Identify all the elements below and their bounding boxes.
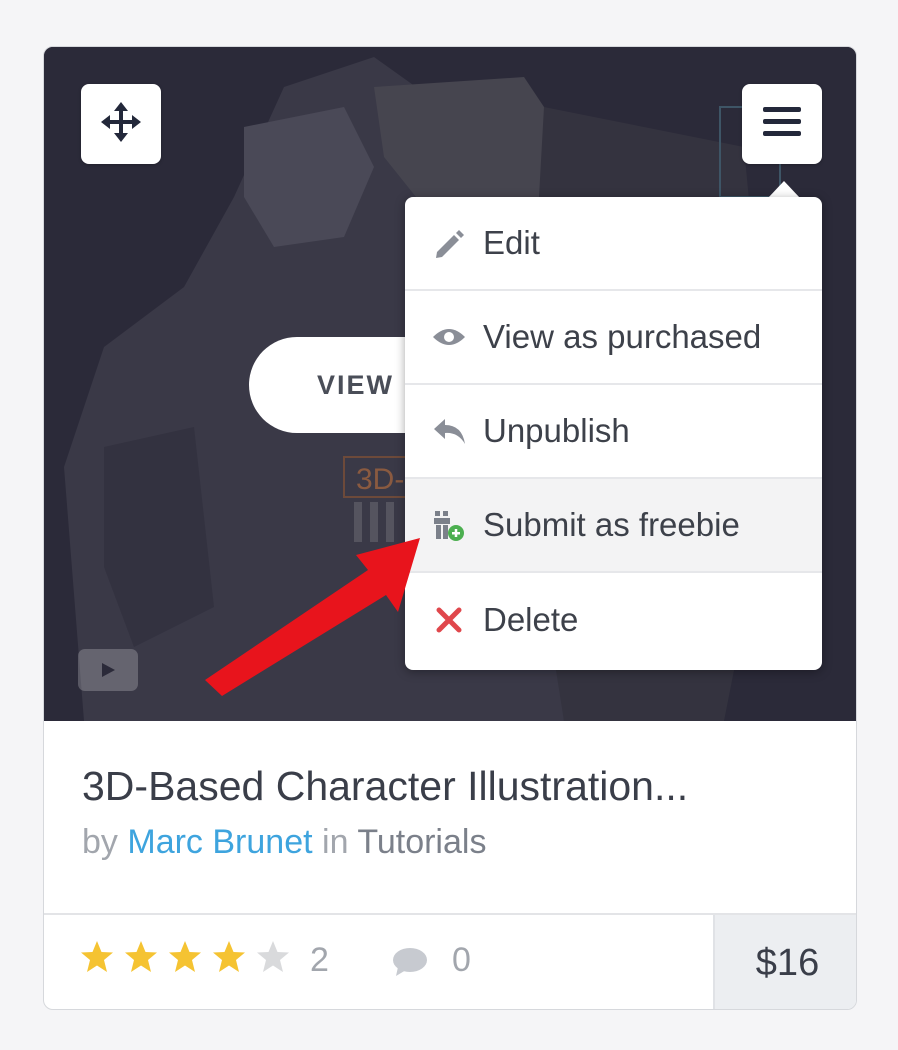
menu-item-label: Submit as freebie [483, 506, 740, 543]
eye-icon [431, 319, 467, 355]
comment-count: 0 [452, 941, 471, 979]
menu-item-label: Unpublish [483, 412, 630, 449]
menu-item-label: View as purchased [483, 318, 762, 355]
in-label: in [322, 823, 349, 861]
star-empty-icon [255, 939, 291, 980]
gift-plus-icon [431, 507, 467, 543]
overlay-text: 3D- [356, 463, 404, 496]
move-button[interactable] [81, 84, 161, 164]
star-filled-icon [211, 939, 247, 980]
video-play-icon [78, 649, 138, 691]
author-link[interactable]: Marc Brunet [127, 823, 312, 861]
move-arrows-icon [97, 98, 145, 151]
product-byline: by Marc Brunet in Tutorials [82, 823, 486, 862]
star-filled-icon [79, 939, 115, 980]
rating-count: 2 [310, 941, 329, 979]
card-footer: 2 0 $16 [44, 913, 856, 1009]
menu-item-edit[interactable]: Edit [405, 197, 822, 291]
menu-item-unpublish[interactable]: Unpublish [405, 385, 822, 479]
menu-item-delete[interactable]: Delete [405, 573, 822, 667]
close-x-icon [431, 602, 467, 638]
menu-item-view-as-purchased[interactable]: View as purchased [405, 291, 822, 385]
reply-arrow-icon [431, 413, 467, 449]
pencil-icon [431, 225, 467, 261]
category-link[interactable]: Tutorials [357, 823, 486, 861]
menu-item-label: Delete [483, 601, 579, 638]
hamburger-icon [762, 105, 802, 144]
menu-button[interactable] [742, 84, 822, 164]
menu-item-submit-as-freebie[interactable]: Submit as freebie [405, 479, 822, 573]
star-rating [79, 939, 291, 980]
star-filled-icon [123, 939, 159, 980]
actions-dropdown: Edit View as purchased Unpublish Submit … [405, 197, 822, 670]
menu-item-label: Edit [483, 224, 540, 261]
star-filled-icon [167, 939, 203, 980]
price-badge: $16 [713, 915, 856, 1009]
comment-icon [392, 947, 428, 982]
dropdown-caret [768, 181, 800, 198]
by-label: by [82, 823, 118, 861]
product-title[interactable]: 3D-Based Character Illustration... [82, 763, 822, 810]
